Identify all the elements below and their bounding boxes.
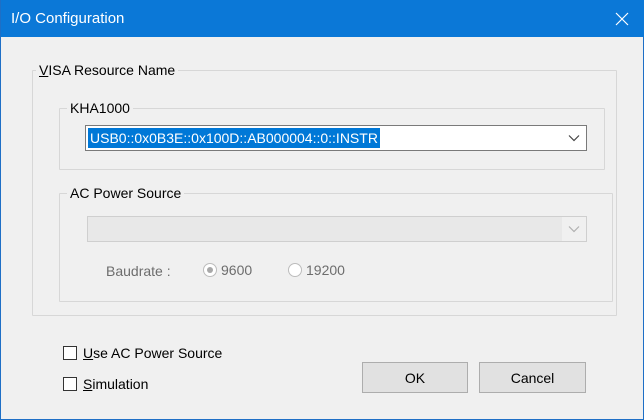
radio-unselected-icon <box>288 263 302 277</box>
kha1000-resource-combobox[interactable]: USB0::0x0B3E::0x100D::AB000004::0::INSTR <box>85 125 587 151</box>
close-icon <box>615 12 629 25</box>
kha1000-selected-value: USB0::0x0B3E::0x100D::AB000004::0::INSTR <box>88 128 380 148</box>
ac-power-source-label: AC Power Source <box>67 185 185 201</box>
ac-dropdown-arrow[interactable] <box>562 217 586 241</box>
baud-9600-label: 9600 <box>221 262 253 278</box>
close-button[interactable] <box>599 0 644 37</box>
window-title: I/O Configuration <box>11 10 125 27</box>
visa-resource-label: VISA Resource Name <box>36 62 179 78</box>
title-bar[interactable]: I/O Configuration <box>1 0 644 37</box>
ac-power-source-combobox[interactable] <box>87 216 587 242</box>
checkbox-icon <box>63 377 77 391</box>
ac-power-source-value <box>88 217 562 241</box>
chevron-down-icon <box>568 135 580 142</box>
baud-19200-radio[interactable]: 19200 <box>288 262 345 278</box>
simulation-label: Simulation <box>83 376 149 392</box>
baud-9600-radio[interactable]: 9600 <box>203 262 252 278</box>
visa-label-access-key: V <box>39 62 49 78</box>
simulation-checkbox[interactable]: Simulation <box>63 376 148 392</box>
checkbox-icon <box>63 346 77 360</box>
kha1000-label: KHA1000 <box>67 100 133 116</box>
use-ac-power-source-checkbox[interactable]: Use AC Power Source <box>63 345 222 361</box>
visa-label-rest: ISA Resource Name <box>48 62 176 78</box>
cancel-button[interactable]: Cancel <box>479 362 586 393</box>
ac-power-source-groupbox <box>59 193 613 302</box>
use-ac-power-source-label: Use AC Power Source <box>83 345 223 361</box>
ok-button[interactable]: OK <box>362 362 468 393</box>
chevron-down-icon <box>568 226 580 233</box>
radio-selected-icon <box>203 263 217 277</box>
baud-19200-label: 19200 <box>306 262 345 278</box>
kha1000-dropdown-arrow[interactable] <box>562 126 586 150</box>
io-configuration-dialog: I/O Configuration VISA Resource Name KHA… <box>0 0 644 420</box>
baudrate-label: Baudrate : <box>106 263 171 279</box>
